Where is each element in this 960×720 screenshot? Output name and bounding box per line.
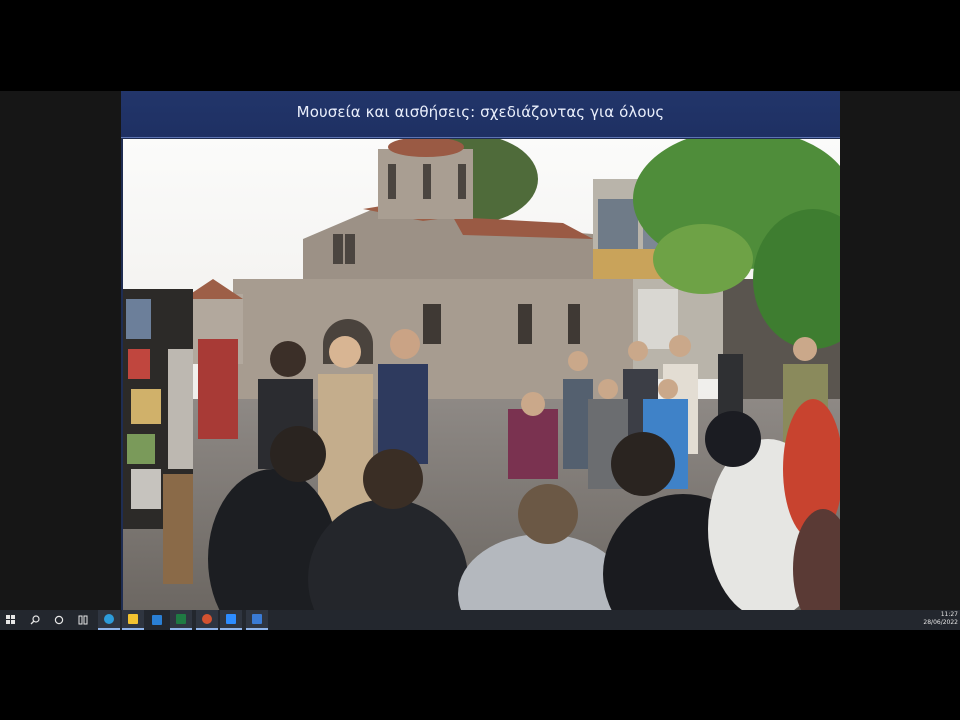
presentation-slide: Μουσεία και αισθήσεις: σχεδιάζοντας για … [121,91,840,610]
zoom-meetings-icon[interactable] [246,610,268,630]
windows-start-icon[interactable] [0,610,22,630]
file-explorer-icon[interactable] [122,610,144,630]
excel-glyph [176,614,186,624]
task-view-icon[interactable] [72,610,94,630]
cortana-icon[interactable] [48,610,70,630]
slide-title-bar: Μουσεία και αισθήσεις: σχεδιάζοντας για … [121,91,840,138]
search-icon[interactable] [24,610,46,630]
clock-time: 11:27 [940,611,958,618]
zoom-icon[interactable] [220,610,242,630]
powerpoint-icon[interactable] [196,610,218,630]
excel-icon[interactable] [170,610,192,630]
powerpoint-glyph [202,614,212,624]
screen-share-area: Μουσεία και αισθήσεις: σχεδιάζοντας για … [0,91,960,630]
mail-glyph [152,615,162,625]
edge-icon[interactable] [98,610,120,630]
windows-taskbar: 11:27 28/06/2022 [0,610,960,630]
mail-icon[interactable] [146,610,168,630]
clock-date: 28/06/2022 [923,619,958,626]
system-clock[interactable]: 11:27 28/06/2022 [898,611,958,627]
zoom-glyph [226,614,236,624]
church-square-photo [123,139,840,610]
explorer-glyph [128,614,138,624]
photos-glyph [252,614,262,624]
edge-glyph [104,614,114,624]
slide-title: Μουσεία και αισθήσεις: σχεδιάζοντας για … [296,103,665,121]
slide-photo [123,139,840,610]
